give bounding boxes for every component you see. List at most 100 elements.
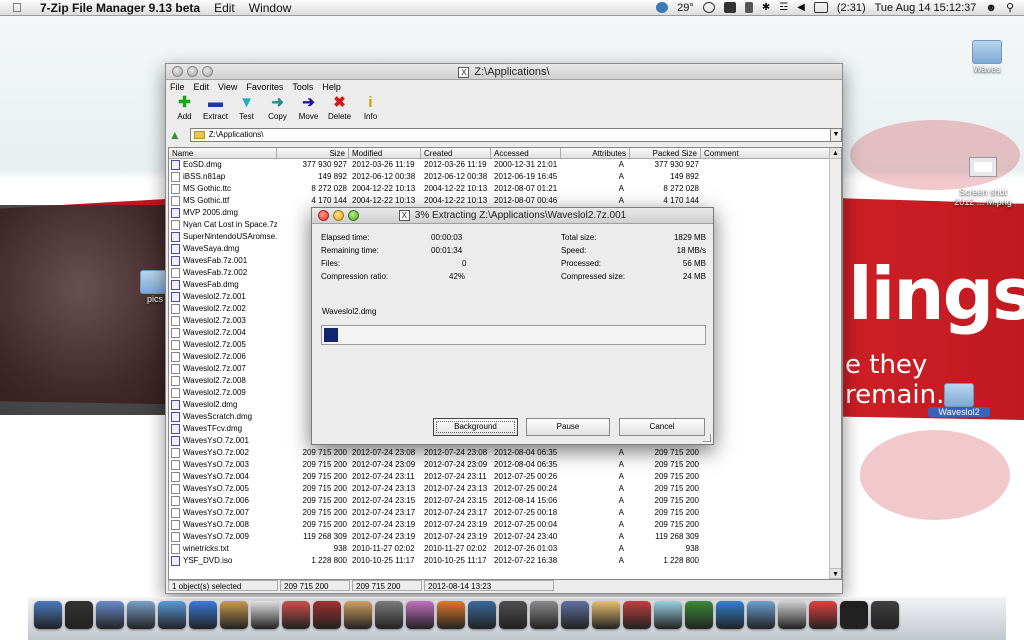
table-row[interactable]: YSF_DVD.iso 1 228 800 2010-10-25 11:17 2010… xyxy=(169,555,841,567)
table-row[interactable]: WavesYsO.7z.006 209 715 200 2012-07-24 23:… xyxy=(169,495,841,507)
dock-app-icon[interactable] xyxy=(96,601,124,629)
menu-help[interactable]: Help xyxy=(322,82,341,92)
dock-app-icon[interactable] xyxy=(530,601,558,629)
resize-grip-icon[interactable] xyxy=(703,434,711,442)
dock-app-icon[interactable] xyxy=(592,601,620,629)
dock-app-icon[interactable] xyxy=(127,601,155,629)
pause-button[interactable]: Pause xyxy=(526,418,610,436)
dock-app-icon[interactable] xyxy=(778,601,806,629)
dock-app-icon[interactable] xyxy=(623,601,651,629)
background-button[interactable]: Background xyxy=(433,418,518,436)
info-button[interactable]: i Info xyxy=(356,94,385,126)
zoom-window-button[interactable] xyxy=(202,66,213,77)
column-created[interactable]: Created xyxy=(421,148,491,158)
desktop-icon-screenshot[interactable]: Screen shot 2012 ... M.png xyxy=(948,147,1018,217)
dock-app-icon[interactable] xyxy=(189,601,217,629)
table-row[interactable]: iBSS.n81ap 149 892 2012-06-12 00:38 2012-06… xyxy=(169,171,841,183)
menu-view[interactable]: View xyxy=(218,82,237,92)
column-modified[interactable]: Modified xyxy=(349,148,421,158)
dock-app-icon[interactable] xyxy=(406,601,434,629)
table-row[interactable]: WavesYsO.7z.008 209 715 200 2012-07-24 23:… xyxy=(169,519,841,531)
apple-icon[interactable]:  xyxy=(12,0,26,15)
user-icon[interactable]: ☻ xyxy=(985,2,997,14)
minimize-dialog-button[interactable] xyxy=(333,210,344,221)
menu-window[interactable]: Window xyxy=(249,1,292,15)
column-attributes[interactable]: Attributes xyxy=(561,148,630,158)
table-row[interactable]: EoSD.dmg 377 930 927 2012-03-26 11:19 2012-… xyxy=(169,159,841,171)
move-button[interactable]: ➔ Move xyxy=(294,94,323,126)
keyboard-icon[interactable] xyxy=(723,2,736,13)
scroll-up-icon[interactable]: ▲ xyxy=(830,148,841,159)
zoom-dialog-button[interactable] xyxy=(348,210,359,221)
column-comment[interactable]: Comment xyxy=(701,148,831,158)
dock-app-icon[interactable] xyxy=(158,601,186,629)
menu-tools[interactable]: Tools xyxy=(292,82,313,92)
table-row[interactable]: WavesYsO.7z.003 209 715 200 2012-07-24 23:… xyxy=(169,459,841,471)
battery-time[interactable]: (2:31) xyxy=(837,2,866,14)
close-window-button[interactable] xyxy=(172,66,183,77)
up-folder-icon[interactable]: ▲ xyxy=(168,128,182,142)
clock[interactable]: Tue Aug 14 15:12:37 xyxy=(875,2,977,14)
table-row[interactable]: WavesYsO.7z.002 209 715 200 2012-07-24 23:… xyxy=(169,447,841,459)
volume-icon[interactable]: ◀ xyxy=(797,2,805,13)
dialog-titlebar[interactable]: X 3% Extracting Z:\Applications\Waveslol2… xyxy=(312,208,713,224)
dock-app-icon[interactable] xyxy=(809,601,837,629)
close-dialog-button[interactable] xyxy=(318,210,329,221)
cancel-button[interactable]: Cancel xyxy=(619,418,705,436)
dock-app-icon[interactable] xyxy=(654,601,682,629)
column-size[interactable]: Size xyxy=(277,148,349,158)
chevron-down-icon[interactable]: ▼ xyxy=(830,129,841,141)
dock-app-icon[interactable] xyxy=(313,601,341,629)
desktop-icon-waves[interactable]: Waves xyxy=(966,40,1008,74)
table-row[interactable]: WavesYsO.7z.005 209 715 200 2012-07-24 23:… xyxy=(169,483,841,495)
table-row[interactable]: WavesYsO.7z.004 209 715 200 2012-07-24 23:… xyxy=(169,471,841,483)
menu-app-name[interactable]: 7-Zip File Manager 9.13 beta xyxy=(40,1,200,15)
dock-app-icon[interactable] xyxy=(251,601,279,629)
wifi-icon[interactable]: ☲ xyxy=(779,2,788,13)
copy-button[interactable]: ➜ Copy xyxy=(263,94,292,126)
dock-app-icon[interactable] xyxy=(561,601,589,629)
column-accessed[interactable]: Accessed xyxy=(491,148,561,158)
temperature[interactable]: 29° xyxy=(677,2,694,14)
table-row[interactable]: MS Gothic.ttf 4 170 144 2004-12-22 10:13 20… xyxy=(169,195,841,207)
table-row[interactable]: winetricks.txt 938 2010-11-27 02:02 2010-11… xyxy=(169,543,841,555)
menu-edit[interactable]: Edit xyxy=(194,82,210,92)
dock-app-icon[interactable] xyxy=(282,601,310,629)
address-combobox[interactable]: Z:\Applications\ ▼ xyxy=(189,128,842,142)
dock-app-icon[interactable] xyxy=(468,601,496,629)
dock-app-icon[interactable] xyxy=(220,601,248,629)
dock-app-icon[interactable] xyxy=(375,601,403,629)
extract-button[interactable]: ▬ Extract xyxy=(201,94,230,126)
add-button[interactable]: ✚ Add xyxy=(170,94,199,126)
dock-app-icon[interactable] xyxy=(34,601,62,629)
table-row[interactable]: WavesYsO.7z.007 209 715 200 2012-07-24 23:… xyxy=(169,507,841,519)
column-name[interactable]: Name xyxy=(169,148,277,158)
scroll-down-icon[interactable]: ▼ xyxy=(830,568,841,579)
menu-edit[interactable]: Edit xyxy=(214,1,235,15)
bluetooth-icon[interactable]: ✱ xyxy=(762,2,770,13)
table-row[interactable]: WavesYsO.7z.009 119 268 309 2012-07-24 23:… xyxy=(169,531,841,543)
test-button[interactable]: ▼ Test xyxy=(232,94,261,126)
menu-file[interactable]: File xyxy=(170,82,185,92)
minimize-window-button[interactable] xyxy=(187,66,198,77)
dock-app-icon[interactable] xyxy=(499,601,527,629)
window-titlebar[interactable]: X Z:\Applications\ xyxy=(166,64,842,80)
dock-app-icon[interactable] xyxy=(840,601,868,629)
sync-icon[interactable] xyxy=(702,2,715,13)
dock-app-icon[interactable] xyxy=(65,601,93,629)
column-packed-size[interactable]: Packed Size xyxy=(630,148,701,158)
spotlight-search-icon[interactable]: ⚲ xyxy=(1006,1,1014,14)
dock-app-icon[interactable] xyxy=(437,601,465,629)
menu-favorites[interactable]: Favorites xyxy=(246,82,283,92)
dock-app-icon[interactable] xyxy=(747,601,775,629)
weather-icon[interactable] xyxy=(656,2,669,13)
dock-app-icon[interactable] xyxy=(344,601,372,629)
time-machine-icon[interactable] xyxy=(744,2,753,13)
dock-app-icon[interactable] xyxy=(716,601,744,629)
table-row[interactable]: MS Gothic.ttc 8 272 028 2004-12-22 10:13 20… xyxy=(169,183,841,195)
vertical-scrollbar[interactable]: ▲ ▼ xyxy=(829,148,841,579)
dock-app-icon[interactable] xyxy=(871,601,899,629)
dock-app-icon[interactable] xyxy=(685,601,713,629)
battery-icon[interactable] xyxy=(813,2,828,13)
desktop-icon-waveslol2[interactable]: Waveslol2 xyxy=(928,383,990,417)
